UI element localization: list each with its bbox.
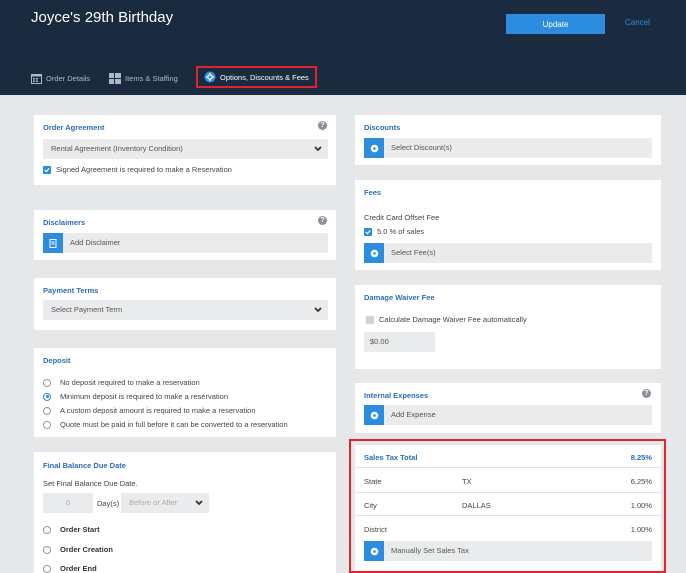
- add-expense-button[interactable]: Add Expense: [364, 405, 652, 425]
- payment-term-select[interactable]: Select Payment Term: [43, 300, 328, 320]
- radio-icon: [43, 378, 51, 387]
- agreement-select-value: Rental Agreement (Inventory Condition): [51, 144, 183, 153]
- page-title: Joyce's 29th Birthday: [31, 9, 174, 26]
- disclaimers-card: Disclaimers ? Add Disclaimer: [34, 210, 336, 260]
- page-header: Joyce's 29th Birthday Update Cancel Orde…: [0, 0, 686, 95]
- damage-waiver-amount-input[interactable]: $0.00: [364, 332, 435, 352]
- final-balance-card: Final Balance Due Date Set Final Balance…: [34, 452, 336, 573]
- tab-label: Order Details: [46, 73, 91, 83]
- signed-agreement-label: Signed Agreement is required to make a R…: [56, 165, 232, 174]
- add-disclaimer-label: Add Disclaimer: [70, 238, 121, 247]
- internal-expenses-title: Internal Expenses: [364, 391, 429, 400]
- deposit-option-full[interactable]: Quote must be paid in full before it can…: [43, 420, 288, 429]
- select-fee-label: Select Fee(s): [391, 248, 436, 257]
- fee-detail: 5.0 % of sales: [377, 227, 425, 236]
- fees-card: Fees Credit Card Offset Fee 5.0 % of sal…: [355, 180, 661, 270]
- tag-icon: [364, 243, 384, 263]
- fee-name: Credit Card Offset Fee: [364, 213, 440, 222]
- damage-waiver-checkbox[interactable]: Calculate Damage Waiver Fee automaticall…: [366, 315, 527, 324]
- deposit-title: Deposit: [43, 356, 71, 365]
- radio-icon: [43, 525, 51, 534]
- due-option-order-end[interactable]: Order End: [43, 564, 97, 573]
- checkbox-unchecked-icon: [366, 315, 374, 324]
- fee-checkbox[interactable]: 5.0 % of sales: [364, 227, 424, 236]
- agreement-select[interactable]: Rental Agreement (Inventory Condition): [43, 139, 328, 159]
- final-balance-description: Set Final Balance Due Date.: [43, 479, 138, 488]
- due-option-order-creation[interactable]: Order Creation: [43, 545, 113, 554]
- radio-selected-icon: [43, 392, 51, 401]
- fees-title: Fees: [364, 188, 382, 197]
- help-icon[interactable]: ?: [318, 216, 327, 225]
- damage-waiver-label: Calculate Damage Waiver Fee automaticall…: [379, 315, 527, 324]
- deposit-option-custom[interactable]: A custom deposit amount is required to m…: [43, 406, 256, 415]
- final-balance-title: Final Balance Due Date: [43, 461, 126, 470]
- calendar-icon: [31, 73, 42, 84]
- deposit-option-label: Quote must be paid in full before it can…: [60, 420, 288, 429]
- days-label: Day(s): [97, 499, 120, 508]
- add-disclaimer-button[interactable]: Add Disclaimer: [43, 233, 328, 253]
- radio-icon: [43, 564, 51, 573]
- disclaimers-title: Disclaimers: [43, 218, 86, 227]
- radio-icon: [43, 545, 51, 554]
- update-button[interactable]: Update: [506, 14, 605, 34]
- payment-terms-card: Payment Terms Select Payment Term: [34, 278, 336, 330]
- help-icon[interactable]: ?: [642, 389, 651, 398]
- tab-label: Options, Discounts & Fees: [220, 72, 309, 82]
- grid-icon: [109, 72, 121, 84]
- order-agreement-title: Order Agreement: [43, 123, 105, 132]
- deposit-option-label: A custom deposit amount is required to m…: [60, 406, 256, 415]
- signed-agreement-checkbox[interactable]: Signed Agreement is required to make a R…: [43, 165, 232, 174]
- deposit-card: Deposit No deposit required to make a re…: [34, 348, 336, 437]
- select-discount-button[interactable]: Select Discount(s): [364, 138, 652, 158]
- due-option-label: Order Creation: [60, 545, 113, 554]
- highlight-box: [349, 439, 666, 573]
- radio-icon: [43, 420, 51, 429]
- due-option-label: Order End: [60, 564, 97, 573]
- tab-label: Items & Staffing: [125, 73, 178, 83]
- gear-icon: [204, 71, 216, 83]
- tab-order-details[interactable]: Order Details: [31, 68, 90, 88]
- discounts-card: Discounts Select Discount(s): [355, 115, 661, 165]
- checkbox-checked-icon: [43, 165, 51, 174]
- order-agreement-card: Order Agreement ? Rental Agreement (Inve…: [34, 115, 336, 185]
- before-after-placeholder: Before or After: [129, 498, 178, 507]
- document-icon: [43, 233, 63, 253]
- payment-terms-title: Payment Terms: [43, 286, 99, 295]
- tag-icon: [364, 138, 384, 158]
- payment-term-placeholder: Select Payment Term: [51, 305, 123, 314]
- checkbox-checked-icon: [364, 227, 372, 236]
- tab-items-staffing[interactable]: Items & Staffing: [109, 68, 178, 88]
- help-icon[interactable]: ?: [318, 121, 327, 130]
- add-expense-label: Add Expense: [391, 410, 436, 419]
- deposit-option-label: No deposit required to make a reservatio…: [60, 378, 200, 387]
- chevron-down-icon: [195, 500, 203, 506]
- select-discount-label: Select Discount(s): [391, 143, 452, 152]
- discounts-title: Discounts: [364, 123, 401, 132]
- radio-icon: [43, 406, 51, 415]
- days-input[interactable]: 0: [43, 493, 93, 513]
- deposit-option-label: Minimum deposit is required to make a re…: [60, 392, 228, 401]
- chevron-down-icon: [314, 146, 322, 152]
- due-option-label: Order Start: [60, 525, 100, 534]
- cancel-link[interactable]: Cancel: [625, 18, 650, 27]
- deposit-option-minimum[interactable]: Minimum deposit is required to make a re…: [43, 392, 228, 401]
- select-fee-button[interactable]: Select Fee(s): [364, 243, 652, 263]
- tag-icon: [364, 405, 384, 425]
- tab-options-discounts-fees[interactable]: Options, Discounts & Fees: [196, 66, 317, 88]
- chevron-down-icon: [314, 307, 322, 313]
- damage-waiver-title: Damage Waiver Fee: [364, 293, 435, 302]
- due-option-order-start[interactable]: Order Start: [43, 525, 100, 534]
- damage-waiver-card: Damage Waiver Fee Calculate Damage Waive…: [355, 285, 661, 369]
- before-after-select[interactable]: Before or After: [121, 493, 209, 513]
- deposit-option-none[interactable]: No deposit required to make a reservatio…: [43, 378, 200, 387]
- internal-expenses-card: Internal Expenses ? Add Expense: [355, 383, 661, 433]
